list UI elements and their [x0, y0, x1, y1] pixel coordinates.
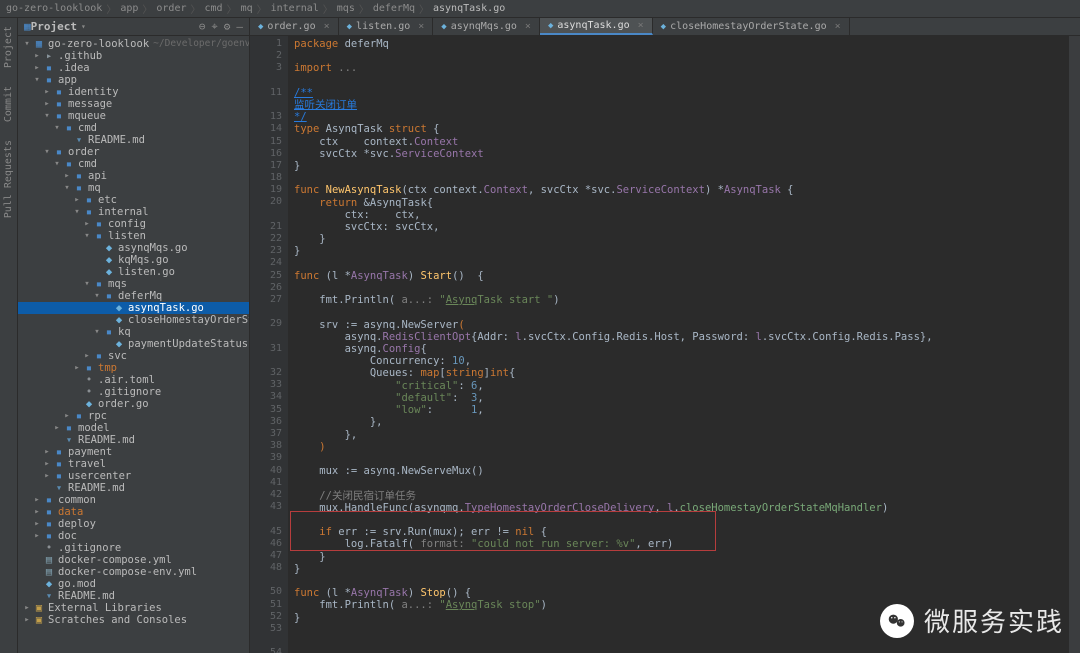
- target-icon[interactable]: ⌖: [212, 20, 218, 34]
- tree-row[interactable]: ◆closeHomestayOrderState.go: [18, 314, 249, 326]
- tree-row[interactable]: ▸▪tmp: [18, 362, 249, 374]
- crumb[interactable]: mqs: [337, 3, 355, 14]
- tree-row[interactable]: ▾README.md: [18, 134, 249, 146]
- project-tree[interactable]: ▾▦go-zero-looklook~/Developer/goenv/go-z…: [18, 36, 249, 653]
- editor-tabs: ◆order.go×◆listen.go×◆asynqMqs.go×◆asynq…: [250, 18, 1080, 36]
- hide-icon[interactable]: —: [236, 20, 243, 33]
- tree-row[interactable]: ▾▪mq: [18, 182, 249, 194]
- breadcrumb: go-zero-looklook〉 app〉 order〉 cmd〉 mq〉 i…: [0, 0, 1080, 18]
- project-pane-title[interactable]: Project: [31, 20, 77, 33]
- close-icon[interactable]: ×: [525, 21, 531, 32]
- tree-row[interactable]: ▸▪deploy: [18, 518, 249, 530]
- go-file-icon: ◆: [347, 22, 352, 32]
- tree-row[interactable]: ▸▪.idea: [18, 62, 249, 74]
- go-file-icon: ◆: [661, 22, 666, 32]
- line-gutter: 1231113141516171819202122232425262729313…: [250, 36, 288, 653]
- tree-row[interactable]: ▾▪kq: [18, 326, 249, 338]
- tree-row[interactable]: ◆asynqMqs.go: [18, 242, 249, 254]
- tree-row[interactable]: ▾README.md: [18, 590, 249, 602]
- crumb[interactable]: app: [120, 3, 138, 14]
- crumb[interactable]: order: [156, 3, 186, 14]
- tree-row[interactable]: ◆listen.go: [18, 266, 249, 278]
- tree-row[interactable]: ▸▪svc: [18, 350, 249, 362]
- code-editor[interactable]: 1231113141516171819202122232425262729313…: [250, 36, 1080, 653]
- tree-row[interactable]: ▾▪cmd: [18, 122, 249, 134]
- tree-row[interactable]: ▸▪travel: [18, 458, 249, 470]
- tree-row[interactable]: ▸▣External Libraries: [18, 602, 249, 614]
- tree-row[interactable]: ▸▪api: [18, 170, 249, 182]
- gear-icon[interactable]: ⚙: [224, 20, 231, 33]
- tree-row[interactable]: ▤docker-compose-env.yml: [18, 566, 249, 578]
- tree-row[interactable]: ▸▪payment: [18, 446, 249, 458]
- close-icon[interactable]: ×: [638, 20, 644, 31]
- tree-row[interactable]: ▸▪data: [18, 506, 249, 518]
- chevron-down-icon[interactable]: ▾: [81, 22, 86, 31]
- tree-row[interactable]: ▸▪usercenter: [18, 470, 249, 482]
- tree-row[interactable]: ▸▪identity: [18, 86, 249, 98]
- tab-asynqTask-go[interactable]: ◆asynqTask.go×: [540, 18, 653, 35]
- tab-closeHomestayOrderState-go[interactable]: ◆closeHomestayOrderState.go×: [653, 18, 850, 35]
- tool-pull-requests[interactable]: Pull Requests: [3, 136, 14, 222]
- crumb[interactable]: mq: [241, 3, 253, 14]
- tree-row[interactable]: ◆kqMqs.go: [18, 254, 249, 266]
- collapse-icon[interactable]: ⊖: [199, 20, 206, 33]
- tree-row[interactable]: ▸▪rpc: [18, 410, 249, 422]
- tree-row[interactable]: ▤docker-compose.yml: [18, 554, 249, 566]
- tree-row[interactable]: ▾▪listen: [18, 230, 249, 242]
- tree-row[interactable]: ◆asynqTask.go: [18, 302, 249, 314]
- watermark: 微服务实践: [880, 602, 1064, 639]
- tool-project[interactable]: Project: [3, 22, 14, 72]
- project-pane-header: ▦ Project ▾ ⊖ ⌖ ⚙ —: [18, 18, 249, 36]
- tree-row[interactable]: ▸▪model: [18, 422, 249, 434]
- tab-listen-go[interactable]: ◆listen.go×: [339, 18, 434, 35]
- go-file-icon: ◆: [441, 22, 446, 32]
- tool-commit[interactable]: Commit: [3, 82, 14, 126]
- crumb[interactable]: deferMq: [373, 3, 415, 14]
- tree-row[interactable]: •.gitignore: [18, 386, 249, 398]
- crumb[interactable]: go-zero-looklook: [6, 3, 102, 14]
- go-file-icon: ◆: [258, 22, 263, 32]
- tree-row[interactable]: ▸▪doc: [18, 530, 249, 542]
- wechat-icon: [880, 604, 914, 638]
- tree-row[interactable]: ▾▪mqueue: [18, 110, 249, 122]
- project-pane: ▦ Project ▾ ⊖ ⌖ ⚙ — ▾▦go-zero-looklook~/…: [18, 18, 250, 653]
- close-icon[interactable]: ×: [324, 21, 330, 32]
- tree-row[interactable]: ◆paymentUpdateStatus.go: [18, 338, 249, 350]
- tree-row[interactable]: ▾▪app: [18, 74, 249, 86]
- tree-row[interactable]: •.air.toml: [18, 374, 249, 386]
- tree-row[interactable]: ◆order.go: [18, 398, 249, 410]
- tree-row[interactable]: ▸▣Scratches and Consoles: [18, 614, 249, 626]
- tree-row[interactable]: ▾README.md: [18, 482, 249, 494]
- close-icon[interactable]: ×: [835, 21, 841, 32]
- tree-row[interactable]: ▾▪cmd: [18, 158, 249, 170]
- close-icon[interactable]: ×: [418, 21, 424, 32]
- tree-row[interactable]: ▸▪etc: [18, 194, 249, 206]
- editor-scrollbar[interactable]: [1068, 36, 1080, 653]
- crumb[interactable]: cmd: [205, 3, 223, 14]
- tree-row[interactable]: ▾▪order: [18, 146, 249, 158]
- code-content[interactable]: package deferMq import ... /** 监听关闭订单 */…: [288, 36, 1068, 653]
- tree-row[interactable]: ◆go.mod: [18, 578, 249, 590]
- tree-row[interactable]: ▾▪deferMq: [18, 290, 249, 302]
- tab-order-go[interactable]: ◆order.go×: [250, 18, 339, 35]
- tree-row[interactable]: ▸▪config: [18, 218, 249, 230]
- folder-icon: ▦: [24, 20, 31, 33]
- tree-row[interactable]: ▾▦go-zero-looklook~/Developer/goenv/go-z…: [18, 38, 249, 50]
- tree-row[interactable]: ▾README.md: [18, 434, 249, 446]
- watermark-text: 微服务实践: [924, 602, 1064, 639]
- crumb-active[interactable]: asynqTask.go: [433, 3, 505, 14]
- tree-row[interactable]: •.gitignore: [18, 542, 249, 554]
- tree-row[interactable]: ▸▪message: [18, 98, 249, 110]
- go-file-icon: ◆: [548, 21, 553, 31]
- tab-asynqMqs-go[interactable]: ◆asynqMqs.go×: [433, 18, 540, 35]
- editor-area: ◆order.go×◆listen.go×◆asynqMqs.go×◆asynq…: [250, 18, 1080, 653]
- left-tool-strip: Project Commit Pull Requests: [0, 18, 18, 653]
- tree-row[interactable]: ▸▪common: [18, 494, 249, 506]
- tree-row[interactable]: ▾▪mqs: [18, 278, 249, 290]
- tree-row[interactable]: ▸▸.github: [18, 50, 249, 62]
- tree-row[interactable]: ▾▪internal: [18, 206, 249, 218]
- crumb[interactable]: internal: [271, 3, 319, 14]
